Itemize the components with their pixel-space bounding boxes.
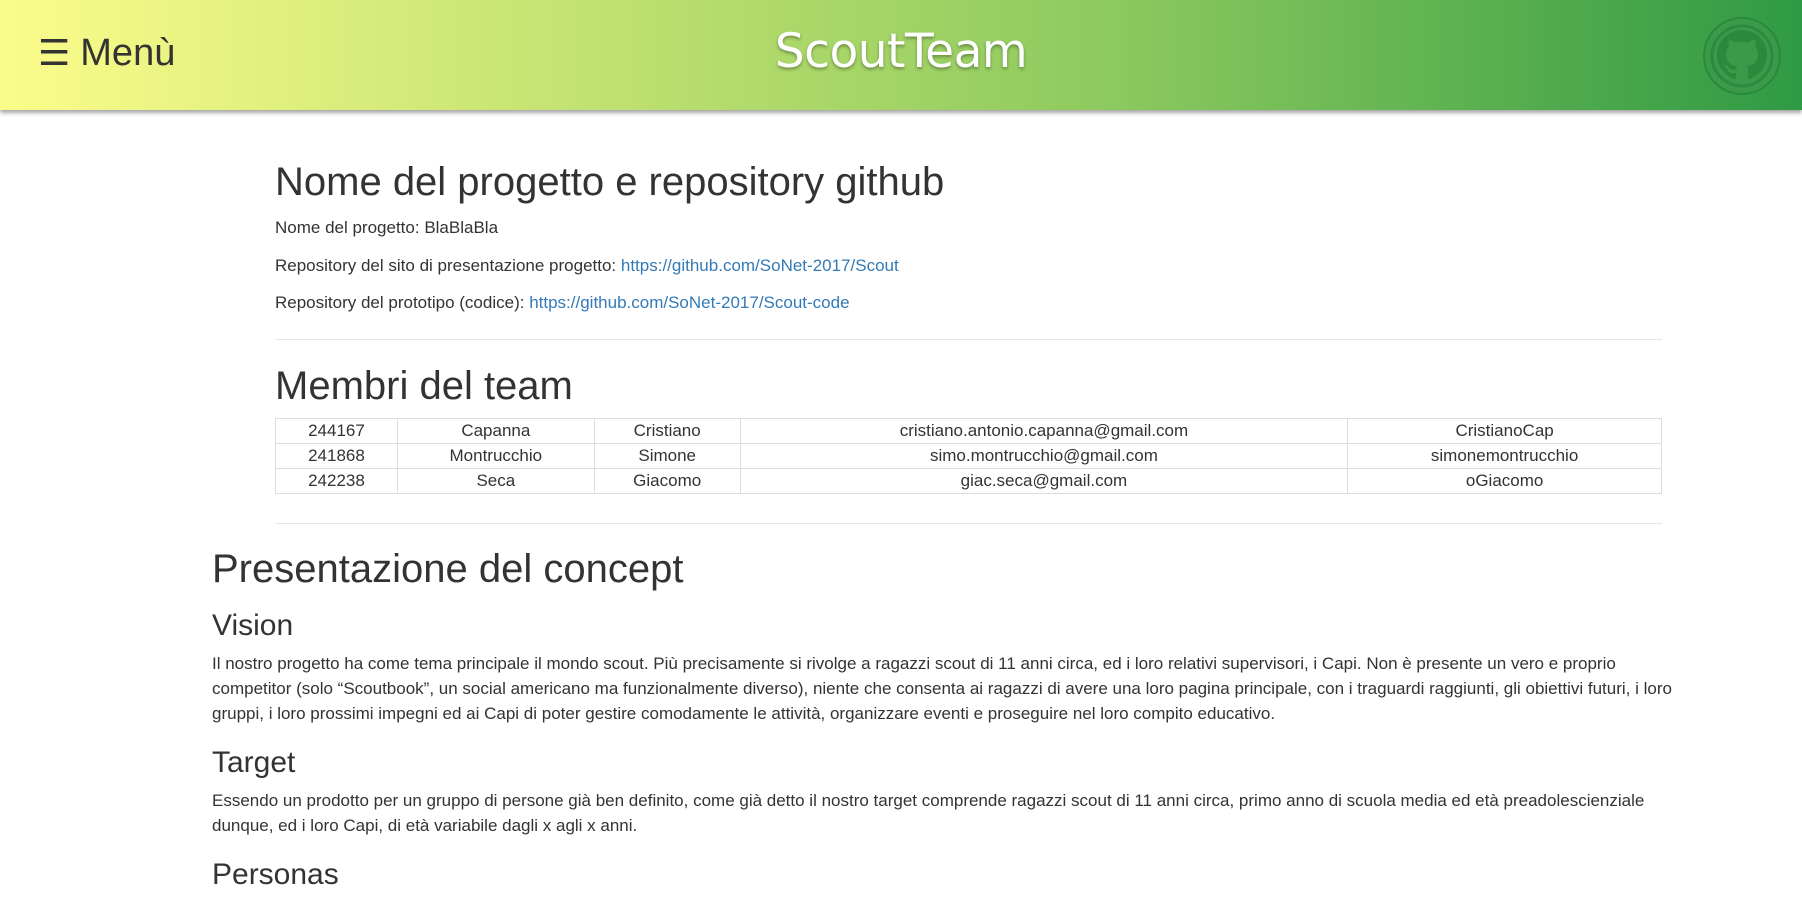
concept-heading: Presentazione del concept xyxy=(212,547,684,591)
member-email: simo.montrucchio@gmail.com xyxy=(739,443,1349,469)
project-heading: Nome del progetto e repository github xyxy=(275,160,945,204)
member-id: 242238 xyxy=(275,468,398,494)
divider xyxy=(275,339,1662,340)
github-link[interactable] xyxy=(1702,16,1782,96)
member-github: oGiacomo xyxy=(1347,468,1662,494)
divider xyxy=(275,523,1662,524)
member-firstname: Cristiano xyxy=(593,418,741,444)
target-text: Essendo un prodotto per un gruppo di per… xyxy=(212,791,1645,835)
project-section: Nome del progetto e repository github No… xyxy=(275,160,1662,315)
team-table: 244167 Capanna Cristiano cristiano.anton… xyxy=(275,418,1662,494)
site-repo-line: Repository del sito di presentazione pro… xyxy=(275,254,1662,278)
vision-heading: Vision xyxy=(212,609,294,642)
member-surname: Capanna xyxy=(396,418,595,444)
member-email: giac.seca@gmail.com xyxy=(739,468,1349,494)
team-section: Membri del team 244167 Capanna Cristiano… xyxy=(275,364,1662,494)
member-email: cristiano.antonio.capanna@gmail.com xyxy=(739,418,1349,444)
table-row: 242238 Seca Giacomo giac.seca@gmail.com … xyxy=(275,468,1662,494)
vision-text: Il nostro progetto ha come tema principa… xyxy=(212,654,1672,723)
member-surname: Montrucchio xyxy=(396,443,595,469)
site-repo-link[interactable]: https://github.com/SoNet-2017/Scout xyxy=(621,256,899,275)
table-row: 241868 Montrucchio Simone simo.montrucch… xyxy=(275,443,1662,469)
site-title: ScoutTeam xyxy=(774,24,1028,79)
member-id: 241868 xyxy=(275,443,398,469)
team-heading: Membri del team xyxy=(275,364,573,408)
project-name-label: Nome del progetto: xyxy=(275,218,425,237)
member-surname: Seca xyxy=(396,468,595,494)
code-repo-label: Repository del prototipo (codice): xyxy=(275,293,530,312)
member-github: CristianoCap xyxy=(1347,418,1662,444)
site-repo-label: Repository del sito di presentazione pro… xyxy=(275,256,621,275)
project-name-value: BlaBlaBla xyxy=(424,218,499,237)
member-firstname: Giacomo xyxy=(593,468,741,494)
table-row: 244167 Capanna Cristiano cristiano.anton… xyxy=(275,418,1662,444)
code-repo-link[interactable]: https://github.com/SoNet-2017/Scout-code xyxy=(529,293,849,312)
member-firstname: Simone xyxy=(593,443,741,469)
personas-heading: Personas xyxy=(212,858,339,891)
target-heading: Target xyxy=(212,746,296,779)
member-github: simonemontrucchio xyxy=(1347,443,1662,469)
top-header: ☰ Menù ScoutTeam xyxy=(0,0,1802,110)
concept-section: Presentazione del concept Vision Il nost… xyxy=(212,547,1687,892)
project-name-line: Nome del progetto: BlaBlaBla xyxy=(275,216,1662,240)
member-id: 244167 xyxy=(275,418,398,444)
github-icon xyxy=(1703,17,1781,95)
code-repo-line: Repository del prototipo (codice): https… xyxy=(275,291,1662,315)
